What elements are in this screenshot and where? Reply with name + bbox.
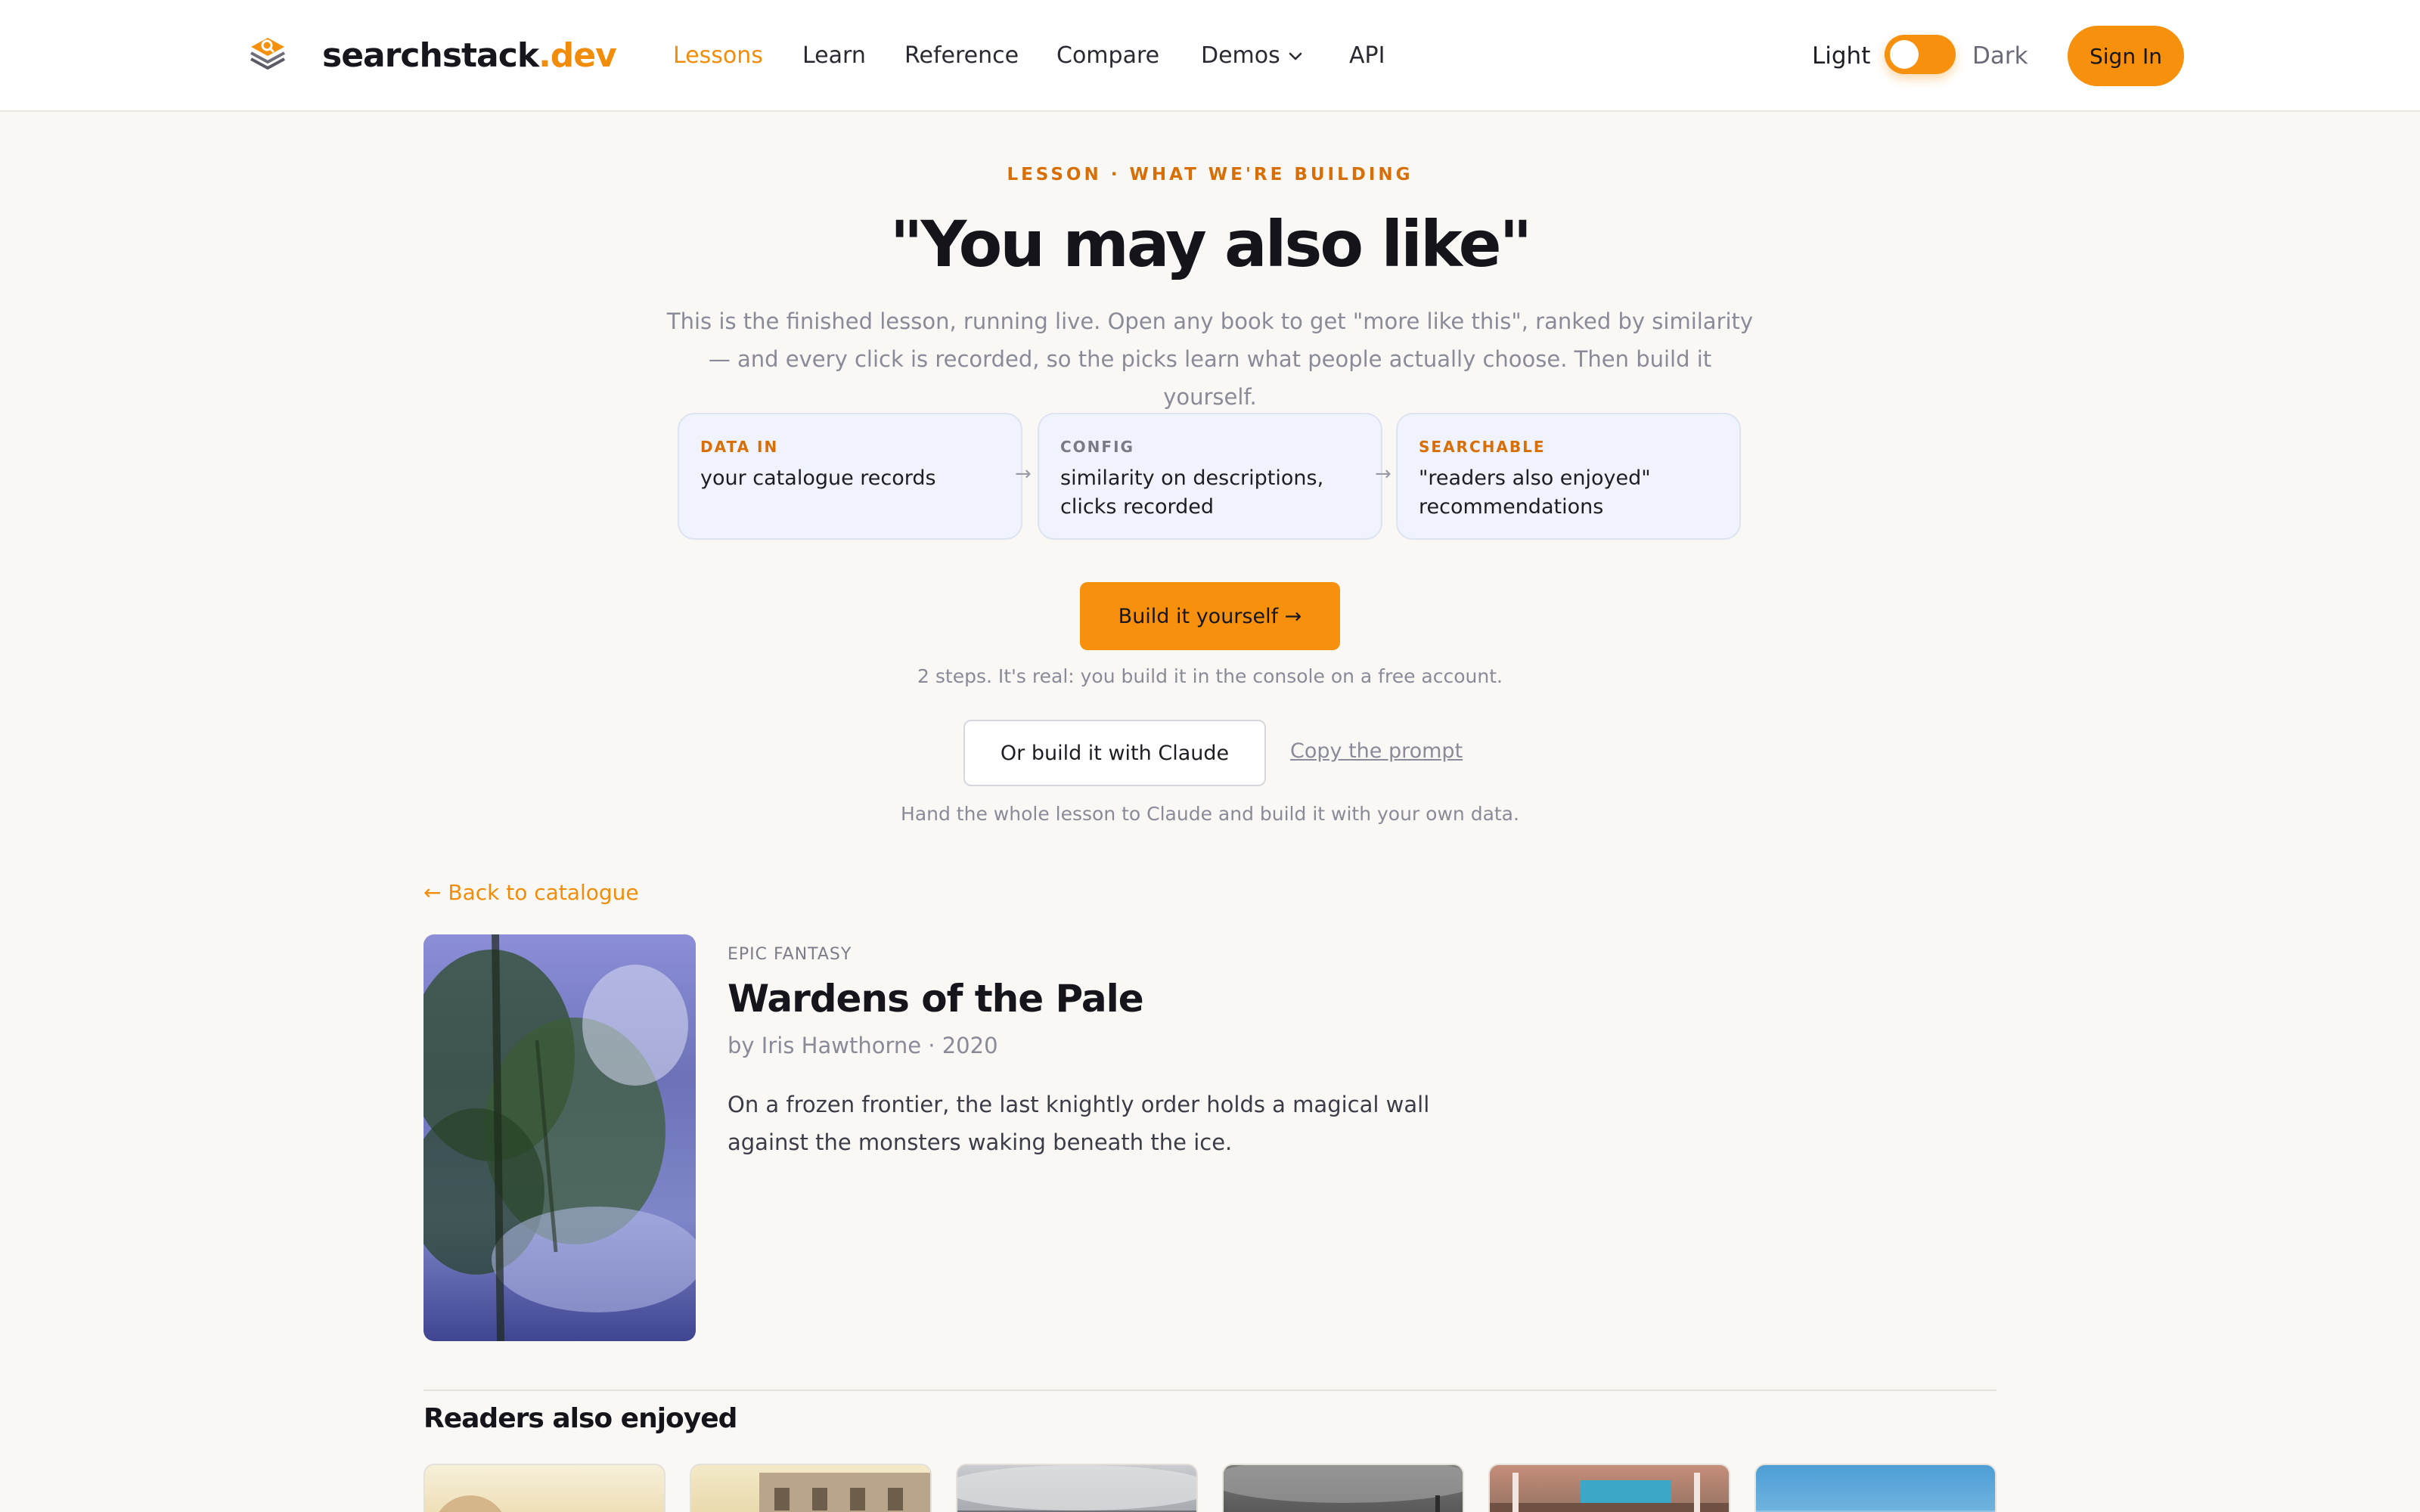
recommendation-card[interactable] (424, 1464, 666, 1512)
layers-search-icon[interactable] (247, 33, 289, 76)
lesson-description: This is the finished lesson, running liv… (666, 308, 1754, 410)
theme-light-label: Light (1812, 42, 1871, 70)
recommendation-card[interactable] (1754, 1464, 1996, 1512)
book-genre: EPIC FANTASY (728, 945, 852, 964)
book-title: Wardens of the Pale (728, 977, 1144, 1021)
sign-in-button[interactable]: Sign In (2068, 26, 2184, 86)
nav-api[interactable]: API (1349, 39, 1385, 73)
recommendation-cover (957, 1465, 1196, 1512)
book-synopsis: On a frozen frontier, the last knightly … (728, 1092, 1430, 1155)
recommendation-card[interactable] (690, 1464, 932, 1512)
step-text: "readers also enjoyed" recommendations (1419, 466, 1651, 519)
claude-note: Hand the whole lesson to Claude and buil… (901, 803, 1519, 825)
recommendation-cover (439, 1495, 502, 1512)
recommendations-heading: Readers also enjoyed (424, 1403, 737, 1434)
recommendation-cover (1224, 1465, 1463, 1512)
brand-name: searchstack (322, 36, 539, 75)
theme-toggle[interactable] (1885, 35, 1956, 74)
book-cover-image (424, 934, 696, 1341)
recommendation-card[interactable] (1222, 1464, 1464, 1512)
recommendation-cover (1756, 1510, 1995, 1512)
top-navbar: searchstack.dev Lessons Learn Reference … (0, 0, 2420, 112)
step-text: similarity on descriptions, clicks recor… (1060, 466, 1324, 519)
build-it-yourself-button[interactable]: Build it yourself → (1080, 582, 1340, 650)
book-byline: by Iris Hawthorne · 2020 (728, 1033, 998, 1058)
recommendation-cover (1490, 1473, 1729, 1512)
nav-learn[interactable]: Learn (802, 39, 866, 73)
step-text: your catalogue records (700, 466, 936, 490)
nav-demos-label: Demos (1201, 42, 1280, 69)
copy-prompt-link[interactable]: Copy the prompt (1290, 739, 1463, 763)
lesson-eyebrow: LESSON · WHAT WE'RE BUILDING (1007, 165, 1413, 184)
build-with-claude-button[interactable]: Or build it with Claude (963, 720, 1266, 786)
recommendation-card[interactable] (1488, 1464, 1730, 1512)
toggle-knob (1890, 40, 1919, 69)
cover-art (424, 934, 696, 1341)
nav-demos[interactable]: Demos (1201, 39, 1303, 73)
cta-note: 2 steps. It's real: you build it in the … (917, 665, 1503, 687)
nav-lessons[interactable]: Lessons (673, 39, 763, 73)
section-divider (424, 1390, 1996, 1391)
brand-tld: .dev (538, 36, 617, 75)
step-card-data-in: DATA IN your catalogue records (678, 413, 1022, 540)
chevron-down-icon (1289, 52, 1302, 60)
step-card-config: CONFIG similarity on descriptions, click… (1038, 413, 1382, 540)
theme-dark-label: Dark (1972, 42, 2028, 70)
step-card-searchable: SEARCHABLE "readers also enjoyed" recomm… (1396, 413, 1741, 540)
step-arrow: → (1015, 463, 1032, 485)
recommendation-card[interactable] (956, 1464, 1198, 1512)
back-to-catalogue-link[interactable]: ← Back to catalogue (424, 880, 639, 905)
nav-reference[interactable]: Reference (904, 39, 1019, 73)
step-arrow: → (1375, 463, 1392, 485)
step-label: CONFIG (1060, 438, 1134, 456)
step-label: DATA IN (700, 438, 779, 456)
recommendation-cover (759, 1473, 930, 1512)
nav-compare[interactable]: Compare (1056, 39, 1159, 73)
page-title: "You may also like" (889, 207, 1533, 281)
step-label: SEARCHABLE (1419, 438, 1546, 456)
brand-wordmark[interactable]: searchstack.dev (322, 33, 617, 79)
